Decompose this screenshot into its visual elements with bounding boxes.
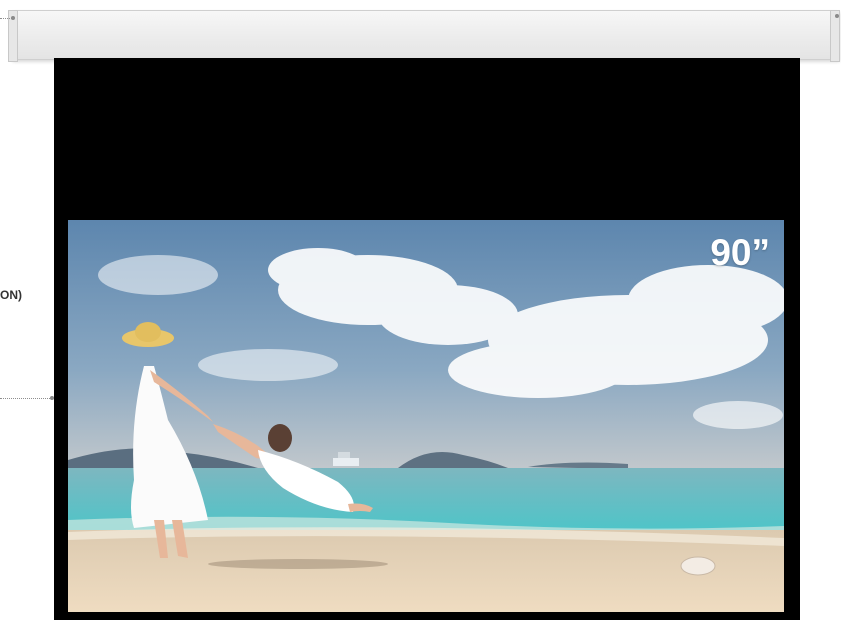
screen-housing: [12, 10, 840, 60]
mount-point-left: [11, 16, 15, 20]
housing-endcap-right: [830, 10, 840, 62]
beach-scene-icon: [68, 220, 784, 612]
mount-point-right: [835, 14, 839, 18]
screen-size-label: 90”: [710, 232, 770, 273]
side-label: ON): [0, 288, 22, 302]
projected-beach-image: 90”: [68, 220, 784, 612]
leader-line-middle: [0, 398, 52, 399]
